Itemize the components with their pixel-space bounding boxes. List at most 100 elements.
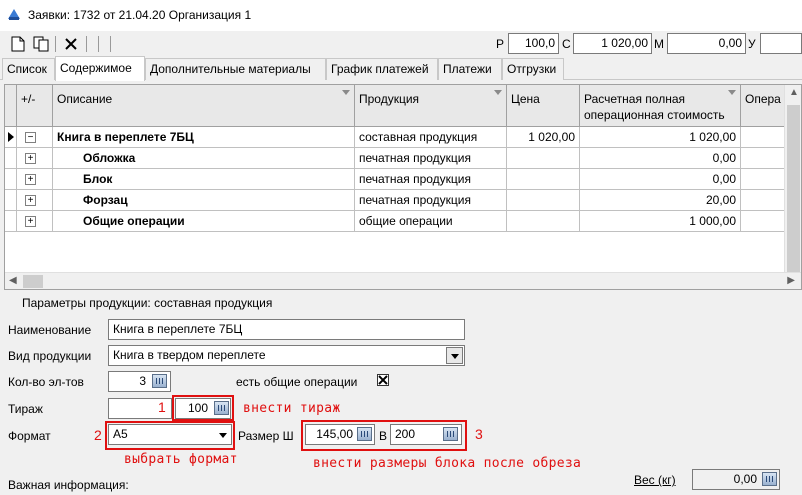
row-indicator (5, 148, 17, 169)
operations-cell[interactable] (741, 127, 785, 148)
description-cell[interactable]: Книга в переплете 7БЦ (53, 127, 355, 148)
annotation-number-2: 2 (94, 427, 102, 443)
expand-icon[interactable]: + (25, 216, 36, 227)
tab-additional-materials[interactable]: Дополнительные материалы (145, 58, 326, 80)
description-cell[interactable]: Обложка (53, 148, 355, 169)
sort-arrow-icon[interactable] (728, 90, 736, 95)
toolbar-label-u: У (748, 37, 756, 51)
tab-list[interactable]: Список (2, 58, 55, 80)
cost-cell[interactable]: 1 000,00 (580, 211, 741, 232)
product-type-label: Вид продукции (8, 349, 92, 363)
delete-icon[interactable] (61, 34, 81, 54)
toolbar-field-s[interactable]: 1 020,00 (573, 33, 652, 54)
sort-arrow-icon[interactable] (342, 90, 350, 95)
operations-cell[interactable] (741, 211, 785, 232)
chevron-down-icon[interactable] (219, 433, 227, 438)
expander-cell[interactable]: + (17, 148, 53, 169)
column-header-expand[interactable]: +/- (17, 85, 53, 127)
calculator-icon[interactable] (357, 427, 372, 441)
expander-cell[interactable]: + (17, 211, 53, 232)
elements-count-label: Кол-во эл-тов (8, 375, 84, 389)
scroll-left-icon[interactable]: ◀ (9, 275, 17, 286)
expander-cell[interactable]: + (17, 190, 53, 211)
table-row[interactable]: + Блок печатная продукция 0,00 (5, 169, 785, 190)
format-label: Формат (8, 429, 51, 443)
toolbar-separator (98, 36, 99, 52)
calculator-icon[interactable] (762, 472, 777, 486)
expander-cell[interactable]: + (17, 169, 53, 190)
copy-document-icon[interactable] (31, 34, 51, 54)
toolbar-separator (110, 36, 111, 52)
operations-cell[interactable] (741, 190, 785, 211)
column-header-operations[interactable]: Опера (741, 85, 785, 127)
calculator-icon[interactable] (443, 427, 458, 441)
table-row[interactable]: + Общие операции общие операции 1 000,00 (5, 211, 785, 232)
price-cell[interactable]: 1 020,00 (507, 127, 580, 148)
column-header-label: Опера (745, 92, 781, 106)
product-cell[interactable]: составная продукция (355, 127, 507, 148)
price-cell[interactable] (507, 148, 580, 169)
price-cell[interactable] (507, 190, 580, 211)
tab-shipments[interactable]: Отгрузки (502, 58, 564, 80)
table-row[interactable]: + Форзац печатная продукция 20,00 (5, 190, 785, 211)
column-header-description[interactable]: Описание (53, 85, 355, 127)
toolbar-field-u[interactable] (760, 33, 802, 54)
expand-icon[interactable]: + (25, 174, 36, 185)
column-header-label: Продукция (359, 92, 420, 106)
product-type-dropdown-button[interactable] (446, 347, 463, 364)
calculator-icon[interactable] (152, 374, 167, 388)
tab-payment-schedule[interactable]: График платежей (326, 58, 438, 80)
product-cell[interactable]: печатная продукция (355, 148, 507, 169)
tab-payments[interactable]: Платежи (438, 58, 502, 80)
column-header-label: Описание (57, 92, 113, 106)
important-info-label: Важная информация: (8, 478, 129, 492)
product-cell[interactable]: общие операции (355, 211, 507, 232)
horizontal-scrollbar[interactable]: ◀ ▶ (5, 272, 801, 289)
price-cell[interactable] (507, 169, 580, 190)
cost-cell[interactable]: 1 020,00 (580, 127, 741, 148)
column-header-product[interactable]: Продукция (355, 85, 507, 127)
toolbar-field-r[interactable]: 100,0 (508, 33, 559, 54)
name-field[interactable]: Книга в переплете 7БЦ (108, 319, 465, 340)
collapse-icon[interactable]: − (25, 132, 36, 143)
table-row[interactable]: − Книга в переплете 7БЦ составная продук… (5, 127, 785, 148)
toolbar-field-m[interactable]: 0,00 (667, 33, 746, 54)
row-indicator (5, 169, 17, 190)
expand-icon[interactable]: + (25, 153, 36, 164)
vertical-scrollbar[interactable]: ▲ (784, 85, 801, 275)
description-cell[interactable]: Блок (53, 169, 355, 190)
common-operations-checkbox[interactable] (377, 374, 389, 386)
new-document-icon[interactable] (8, 34, 28, 54)
app-icon (6, 6, 22, 22)
cost-cell[interactable]: 0,00 (580, 148, 741, 169)
operations-cell[interactable] (741, 148, 785, 169)
description-cell[interactable]: Форзац (53, 190, 355, 211)
product-cell[interactable]: печатная продукция (355, 190, 507, 211)
product-type-select[interactable]: Книга в твердом переплете (108, 345, 465, 366)
format-select[interactable]: А5 (108, 424, 232, 445)
price-cell[interactable] (507, 211, 580, 232)
circulation-hint: внести тираж (243, 401, 341, 416)
row-pointer-icon (5, 127, 17, 148)
tab-bar: Список Содержимое Дополнительные материа… (0, 56, 802, 81)
sort-arrow-icon[interactable] (494, 90, 502, 95)
cost-cell[interactable]: 0,00 (580, 169, 741, 190)
column-header-price[interactable]: Цена (507, 85, 580, 127)
description-cell[interactable]: Общие операции (53, 211, 355, 232)
expand-icon[interactable]: + (25, 195, 36, 206)
expander-cell[interactable]: − (17, 127, 53, 148)
cost-cell[interactable]: 20,00 (580, 190, 741, 211)
calculator-icon[interactable] (214, 401, 229, 415)
scroll-right-icon[interactable]: ▶ (787, 275, 795, 286)
format-hint: выбрать формат (124, 452, 238, 467)
operations-cell[interactable] (741, 169, 785, 190)
scroll-thumb[interactable] (787, 105, 800, 275)
scroll-thumb[interactable] (23, 275, 43, 288)
weight-label[interactable]: Вес (кг) (634, 473, 676, 487)
table-row[interactable]: + Обложка печатная продукция 0,00 (5, 148, 785, 169)
tab-contents[interactable]: Содержимое (55, 56, 145, 81)
scroll-up-icon[interactable]: ▲ (789, 87, 799, 98)
name-label: Наименование (8, 323, 92, 337)
column-header-cost[interactable]: Расчетная полная операционная стоимость (580, 85, 741, 127)
product-cell[interactable]: печатная продукция (355, 169, 507, 190)
